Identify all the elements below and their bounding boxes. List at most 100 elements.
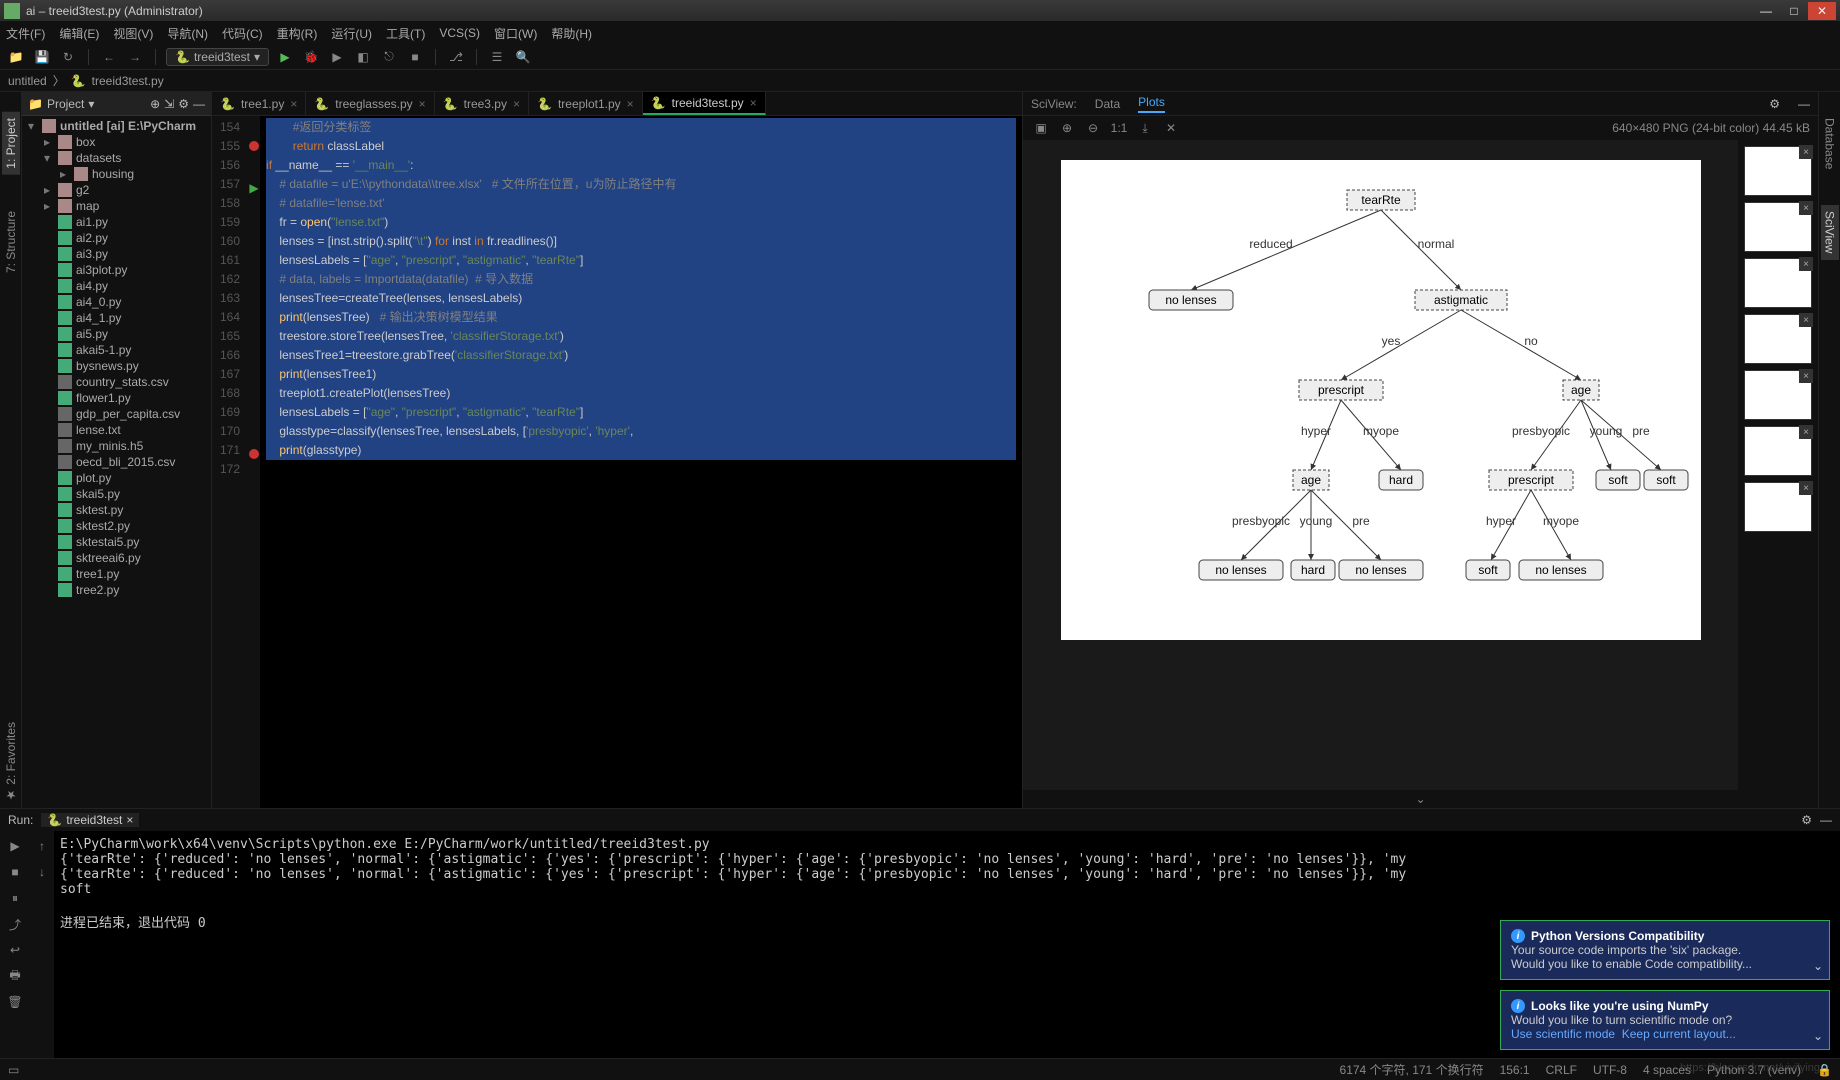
close-icon[interactable]: × bbox=[126, 813, 133, 827]
close-icon[interactable]: × bbox=[1799, 313, 1813, 327]
tree-row[interactable]: ▾datasets bbox=[22, 150, 211, 166]
zoom-out-icon[interactable]: ⊖ bbox=[1083, 118, 1103, 138]
maximize-button[interactable]: □ bbox=[1780, 2, 1808, 20]
save-icon[interactable]: 💾 bbox=[32, 47, 52, 67]
attach-icon[interactable]: ⎋ bbox=[379, 47, 399, 67]
expand-icon[interactable]: ▾ bbox=[44, 151, 54, 165]
tree-row[interactable]: my_minis.h5 bbox=[22, 438, 211, 454]
zoom-in-icon[interactable]: ⊕ bbox=[1057, 118, 1077, 138]
tab-data[interactable]: Data bbox=[1095, 97, 1120, 111]
menu-item[interactable]: 文件(F) bbox=[6, 25, 45, 42]
run-tab[interactable]: 🐍 treeid3test × bbox=[41, 813, 139, 827]
menu-item[interactable]: 重构(R) bbox=[277, 25, 318, 42]
editor-tab[interactable]: 🐍treeplot1.py× bbox=[529, 92, 643, 115]
tree-row[interactable]: ▸box bbox=[22, 134, 211, 150]
plot-thumbnail[interactable]: × bbox=[1744, 426, 1812, 476]
close-button[interactable]: ✕ bbox=[1808, 2, 1836, 20]
target-icon[interactable]: ⊕ bbox=[150, 97, 160, 111]
notification-compat[interactable]: iPython Versions Compatibility Your sour… bbox=[1500, 920, 1830, 980]
breakpoint-icon[interactable] bbox=[249, 449, 259, 459]
coverage-icon[interactable]: ▶ bbox=[327, 47, 347, 67]
tree-root[interactable]: ▾ untitled [ai] E:\PyCharm bbox=[22, 118, 211, 134]
breadcrumb-item[interactable]: untitled bbox=[8, 74, 47, 88]
breakpoint-gutter[interactable]: ▶ bbox=[248, 116, 260, 808]
vcs-icon[interactable]: ⎇ bbox=[446, 47, 466, 67]
search-icon[interactable]: 🔍 bbox=[513, 47, 533, 67]
tree-row[interactable]: akai5-1.py bbox=[22, 342, 211, 358]
tree-row[interactable]: plot.py bbox=[22, 470, 211, 486]
tree-row[interactable]: ai4.py bbox=[22, 278, 211, 294]
actual-size-icon[interactable]: 1:1 bbox=[1109, 118, 1129, 138]
code-editor[interactable]: 1541551561571581591601611621631641651661… bbox=[212, 116, 1022, 808]
tree-row[interactable]: sktreeai6.py bbox=[22, 550, 211, 566]
expand-icon[interactable]: ▸ bbox=[60, 167, 70, 181]
tree-row[interactable]: skai5.py bbox=[22, 486, 211, 502]
menu-item[interactable]: 窗口(W) bbox=[494, 25, 537, 42]
soft-wrap-icon[interactable]: ↩ bbox=[6, 941, 24, 959]
run-config-dropdown[interactable]: 🐍 treeid3test ▾ bbox=[166, 48, 269, 66]
close-icon[interactable]: × bbox=[290, 97, 297, 111]
chevron-down-icon[interactable]: ⌄ bbox=[1813, 1029, 1823, 1043]
tree-row[interactable]: oecd_bli_2015.csv bbox=[22, 454, 211, 470]
close-icon[interactable]: × bbox=[1799, 145, 1813, 159]
menu-item[interactable]: 代码(C) bbox=[222, 25, 263, 42]
plot-thumbnail[interactable]: × bbox=[1744, 202, 1812, 252]
run-icon[interactable]: ▶ bbox=[275, 47, 295, 67]
close-icon[interactable]: × bbox=[1799, 201, 1813, 215]
tree-row[interactable]: ▸housing bbox=[22, 166, 211, 182]
tree-row[interactable]: ai1.py bbox=[22, 214, 211, 230]
breadcrumb-item[interactable]: treeid3test.py bbox=[92, 74, 164, 88]
notif-link[interactable]: Use scientific mode bbox=[1511, 1027, 1615, 1041]
tree-row[interactable]: flower1.py bbox=[22, 390, 211, 406]
run-marker-icon[interactable]: ▶ bbox=[248, 179, 260, 198]
profile-icon[interactable]: ◧ bbox=[353, 47, 373, 67]
down-icon[interactable]: ↓ bbox=[33, 863, 51, 881]
menu-item[interactable]: 工具(T) bbox=[386, 25, 425, 42]
sciview-toolwindow-tab[interactable]: SciView bbox=[1821, 205, 1839, 259]
status-encoding[interactable]: UTF-8 bbox=[1593, 1063, 1627, 1077]
structure-icon[interactable]: ☰ bbox=[487, 47, 507, 67]
tree-row[interactable]: ai4_0.py bbox=[22, 294, 211, 310]
tree-row[interactable]: ai5.py bbox=[22, 326, 211, 342]
print-icon[interactable]: 🖶 bbox=[6, 967, 24, 985]
tree-row[interactable]: ai3plot.py bbox=[22, 262, 211, 278]
status-icon[interactable]: ▭ bbox=[8, 1063, 19, 1077]
minimize-button[interactable]: — bbox=[1752, 2, 1780, 20]
up-icon[interactable]: ↑ bbox=[33, 837, 51, 855]
database-toolwindow-tab[interactable]: Database bbox=[1821, 112, 1839, 175]
close-icon[interactable]: × bbox=[750, 96, 757, 110]
notif-link[interactable]: Keep current layout... bbox=[1622, 1027, 1736, 1041]
tree-row[interactable]: tree1.py bbox=[22, 566, 211, 582]
expand-icon[interactable]: ⌄ bbox=[1023, 790, 1818, 808]
tree-row[interactable]: lense.txt bbox=[22, 422, 211, 438]
tree-row[interactable]: ai4_1.py bbox=[22, 310, 211, 326]
close-icon[interactable]: × bbox=[1799, 425, 1813, 439]
menu-item[interactable]: 导航(N) bbox=[167, 25, 208, 42]
close-icon[interactable]: × bbox=[1799, 369, 1813, 383]
plot-thumbnail[interactable]: × bbox=[1744, 146, 1812, 196]
tree-row[interactable]: sktest2.py bbox=[22, 518, 211, 534]
tree-row[interactable]: gdp_per_capita.csv bbox=[22, 406, 211, 422]
plot-view[interactable]: reducednormaltearRteno lensesastigmaticy… bbox=[1023, 140, 1738, 790]
tree-row[interactable]: sktestai5.py bbox=[22, 534, 211, 550]
clear-icon[interactable]: 🗑 bbox=[6, 993, 24, 1011]
tree-row[interactable]: ▸map bbox=[22, 198, 211, 214]
expand-icon[interactable]: ▸ bbox=[44, 199, 54, 213]
stop-icon[interactable]: ■ bbox=[405, 47, 425, 67]
close-icon[interactable]: × bbox=[1799, 257, 1813, 271]
gear-icon[interactable]: ⚙ bbox=[178, 97, 189, 111]
project-toolwindow-tab[interactable]: 1: Project bbox=[2, 112, 20, 175]
plot-thumbnail[interactable]: × bbox=[1744, 482, 1812, 532]
export-icon[interactable]: ⤓ bbox=[1135, 118, 1155, 138]
back-icon[interactable]: ← bbox=[99, 47, 119, 67]
sync-icon[interactable]: ↻ bbox=[58, 47, 78, 67]
menu-item[interactable]: 运行(U) bbox=[331, 25, 372, 42]
gear-icon[interactable]: ⚙ bbox=[1769, 97, 1780, 111]
breakpoint-icon[interactable] bbox=[249, 141, 259, 151]
expand-icon[interactable]: ▸ bbox=[44, 135, 54, 149]
stop-icon[interactable]: ■ bbox=[6, 863, 24, 881]
menu-item[interactable]: 帮助(H) bbox=[551, 25, 592, 42]
tree-row[interactable]: ai3.py bbox=[22, 246, 211, 262]
plot-thumbnail[interactable]: × bbox=[1744, 370, 1812, 420]
editor-tab[interactable]: 🐍treeid3test.py× bbox=[643, 92, 766, 115]
